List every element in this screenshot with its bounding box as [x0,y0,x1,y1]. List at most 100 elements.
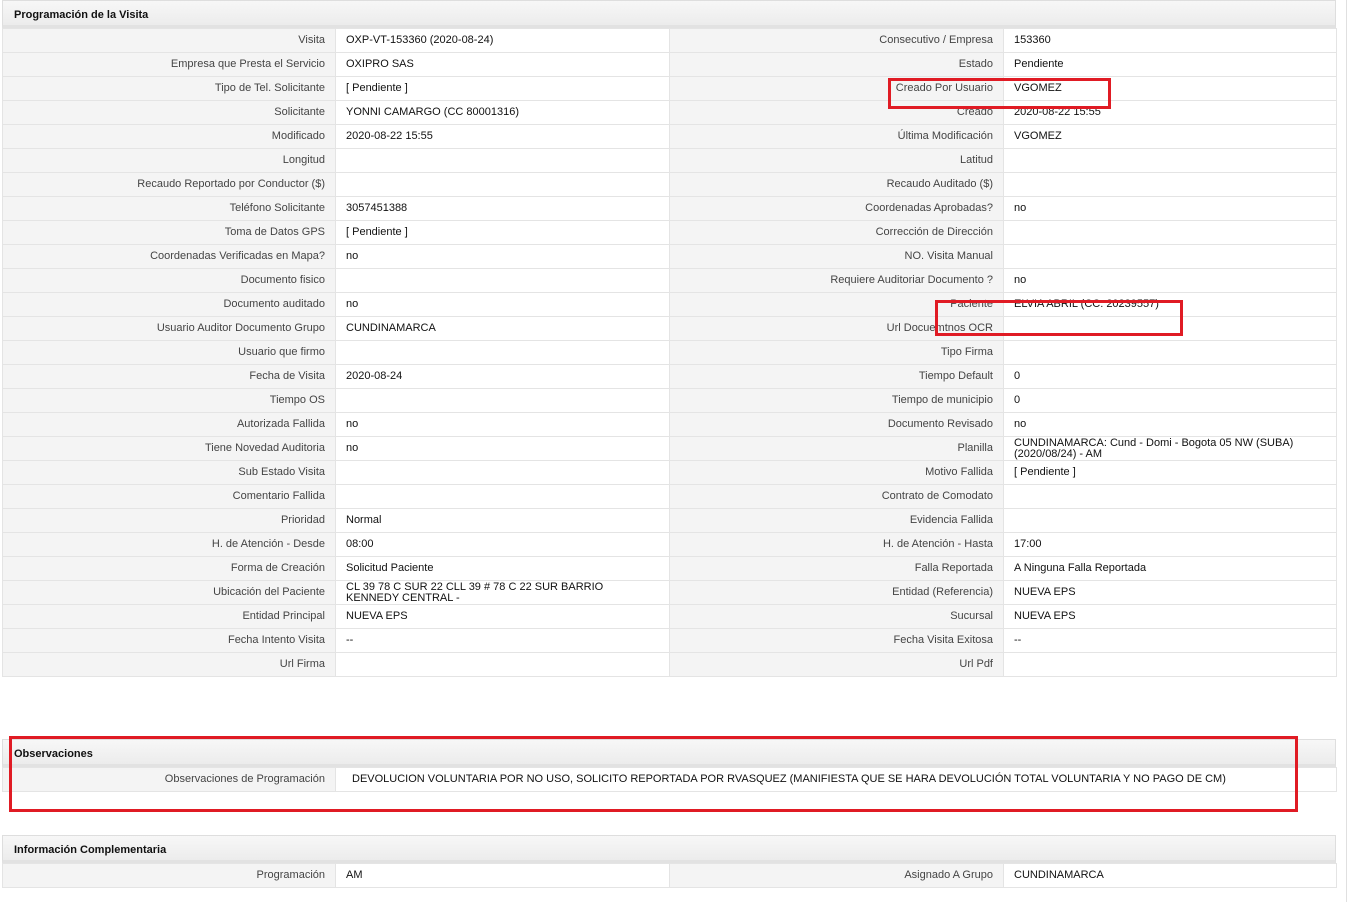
field-value-usuario-que-firmo [335,340,670,365]
field-label-url-firma: Url Firma [2,652,336,677]
table-row: Usuario que firmo Tipo Firma [2,340,1337,365]
field-label-comentario-fallida: Comentario Fallida [2,484,336,509]
table-row: Sub Estado Visita Motivo Fallida[ Pendien… [2,460,1337,485]
field-label-programacion: Programación [2,863,336,888]
field-value-evidencia-fallida [1003,508,1337,533]
field-value-fecha-visita-exitosa: -- [1003,628,1337,653]
programacion-table: Visita OXP-VT-153360 (2020-08-24) Consecut… [2,28,1337,677]
field-label-falla-reportada: Falla Reportada [669,556,1004,581]
field-label-sucursal: Sucursal [669,604,1004,629]
table-row: Usuario Auditor Documento Grupo CUNDINAMA… [2,316,1337,341]
field-label-sub-estado-visita: Sub Estado Visita [2,460,336,485]
field-value-paciente: ELVIA ABRIL (CC: 20239557) [1003,292,1337,317]
field-label-telefono-solicitante: Teléfono Solicitante [2,196,336,221]
field-value-recaudo-reportado-por-conductor [335,172,670,197]
table-row: Forma de Creación Solicitud Paciente Falla… [2,556,1337,581]
field-value-url-firma [335,652,670,677]
complementaria-table: Programación AM Asignado A Grupo CUNDINAMAR… [2,863,1337,888]
field-value-usuario-auditor-documento-grupo: CUNDINAMARCA [335,316,670,341]
programacion-header: Programación de la Visita [2,0,1336,28]
field-label-motivo-fallida: Motivo Fallida [669,460,1004,485]
field-value-tiempo-os [335,388,670,413]
field-label-tiempo-de-municipio: Tiempo de municipio [669,388,1004,413]
field-value-documento-fisico [335,268,670,293]
field-value-motivo-fallida: [ Pendiente ] [1003,460,1337,485]
field-value-estado: Pendiente [1003,52,1337,77]
field-label-documento-auditado: Documento auditado [2,292,336,317]
table-row: Modificado 2020-08-22 15:55 Última Modific… [2,124,1337,149]
field-value-h-de-atencion-hasta: 17:00 [1003,532,1337,557]
field-value-forma-de-creacion: Solicitud Paciente [335,556,670,581]
field-value-sucursal: NUEVA EPS [1003,604,1337,629]
field-label-paciente: Paciente [669,292,1004,317]
table-row: Comentario Fallida Contrato de Comodato [2,484,1337,509]
field-label-h-de-atencion-desde: H. de Atención - Desde [2,532,336,557]
field-value-creado-por-usuario: VGOMEZ [1003,76,1337,101]
table-row: Fecha de Visita 2020-08-24 Tiempo Default… [2,364,1337,389]
field-label-visita: Visita [2,28,336,53]
field-value-solicitante: YONNI CAMARGO (CC 80001316) [335,100,670,125]
field-label-modificado: Modificado [2,124,336,149]
observaciones-label: Observaciones de Programación [2,767,336,792]
table-row: Documento auditado no Paciente ELVIA ABRIL… [2,292,1337,317]
field-value-ubicacion-del-paciente: CL 39 78 C SUR 22 CLL 39 # 78 C 22 SUR B… [335,580,670,605]
field-value-documento-revisado: no [1003,412,1337,437]
field-value-longitud [335,148,670,173]
table-row: H. de Atención - Desde 08:00 H. de Atenció… [2,532,1337,557]
programacion-panel: Programación de la Visita Visita OXP-VT-1… [2,0,1337,677]
table-row: Tiempo OS Tiempo de municipio 0 [2,388,1337,413]
field-label-planilla: Planilla [669,436,1004,461]
field-label-latitud: Latitud [669,148,1004,173]
field-value-prioridad: Normal [335,508,670,533]
table-row: Documento fisico Requiere Auditoriar Docu… [2,268,1337,293]
field-label-forma-de-creacion: Forma de Creación [2,556,336,581]
field-label-ubicacion-del-paciente: Ubicación del Paciente [2,580,336,605]
field-label-correccion-de-direccion: Corrección de Dirección [669,220,1004,245]
field-label-consecutivo-empresa: Consecutivo / Empresa [669,28,1004,53]
field-label-documento-revisado: Documento Revisado [669,412,1004,437]
field-label-toma-de-datos-gps: Toma de Datos GPS [2,220,336,245]
table-row: Longitud Latitud [2,148,1337,173]
field-label-h-de-atencion-hasta: H. de Atención - Hasta [669,532,1004,557]
field-label-fecha-visita-exitosa: Fecha Visita Exitosa [669,628,1004,653]
field-value-h-de-atencion-desde: 08:00 [335,532,670,557]
table-row: Observaciones de Programación DEVOLUCION… [2,767,1337,792]
field-label-tiene-novedad-auditoria: Tiene Novedad Auditoria [2,436,336,461]
field-label-fecha-de-visita: Fecha de Visita [2,364,336,389]
field-label-fecha-intento-visita: Fecha Intento Visita [2,628,336,653]
field-label-estado: Estado [669,52,1004,77]
field-label-solicitante: Solicitante [2,100,336,125]
table-row: Recaudo Reportado por Conductor ($) Recau… [2,172,1337,197]
field-label-usuario-que-firmo: Usuario que firmo [2,340,336,365]
complementaria-header: Información Complementaria [2,835,1336,863]
field-label-asignado-a-grupo: Asignado A Grupo [669,863,1004,888]
field-label-coordenadas-aprobadas: Coordenadas Aprobadas? [669,196,1004,221]
field-value-contrato-de-comodato [1003,484,1337,509]
field-value-empresa-que-presta-el-servicio: OXIPRO SAS [335,52,670,77]
field-value-comentario-fallida [335,484,670,509]
field-value-entidad-referencia: NUEVA EPS [1003,580,1337,605]
field-label-ultima-modificacion: Última Modificación [669,124,1004,149]
field-label-usuario-auditor-documento-grupo: Usuario Auditor Documento Grupo [2,316,336,341]
field-label-url-docuemtnos-ocr: Url Docuemtnos OCR [669,316,1004,341]
field-label-evidencia-fallida: Evidencia Fallida [669,508,1004,533]
field-label-recaudo-reportado-por-conductor: Recaudo Reportado por Conductor ($) [2,172,336,197]
field-value-asignado-a-grupo: CUNDINAMARCA [1003,863,1337,888]
field-label-tiempo-default: Tiempo Default [669,364,1004,389]
table-row: Programación AM Asignado A Grupo CUNDINAMAR… [2,863,1337,888]
field-value-fecha-intento-visita: -- [335,628,670,653]
field-value-visita: OXP-VT-153360 (2020-08-24) [335,28,670,53]
table-row: Autorizada Fallida no Documento Revisado … [2,412,1337,437]
field-value-correccion-de-direccion [1003,220,1337,245]
field-label-creado: Creado [669,100,1004,125]
field-label-entidad-referencia: Entidad (Referencia) [669,580,1004,605]
field-value-tiempo-de-municipio: 0 [1003,388,1337,413]
field-value-entidad-principal: NUEVA EPS [335,604,670,629]
observaciones-value: DEVOLUCION VOLUNTARIA POR NO USO, SOLICI… [335,767,1337,792]
field-value-tipo-firma [1003,340,1337,365]
table-row: Url Firma Url Pdf [2,652,1337,677]
field-value-documento-auditado: no [335,292,670,317]
field-value-ultima-modificacion: VGOMEZ [1003,124,1337,149]
field-label-tipo-de-tel-solicitante: Tipo de Tel. Solicitante [2,76,336,101]
table-row: Prioridad Normal Evidencia Fallida [2,508,1337,533]
